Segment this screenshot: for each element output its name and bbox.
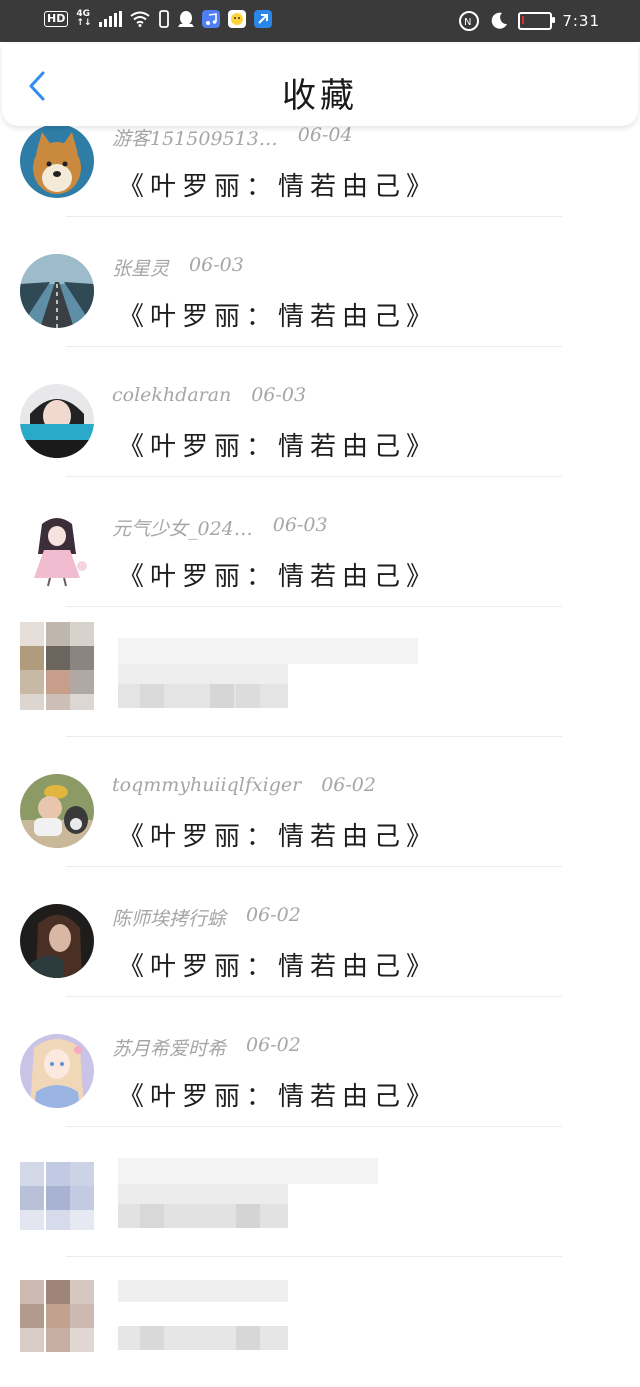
wifi-icon: [130, 11, 151, 27]
network-label: 4G ↑↓: [76, 10, 91, 28]
item-meta: 陈师埃拷行蜍 06-02: [112, 904, 301, 931]
anime-doll-avatar: [20, 514, 94, 588]
favorites-screen: HD 4G ↑↓ N 7:31 收藏 游客151509513… 06-04 《叶…: [0, 0, 640, 1387]
book-title: 《叶罗丽：情若由己》: [118, 952, 439, 982]
date: 06-02: [246, 904, 301, 926]
item-meta: 张星灵 06-03: [112, 254, 244, 281]
divider: [66, 1126, 562, 1127]
user-name: 元气少女_024…: [112, 518, 253, 540]
date: 06-03: [272, 514, 328, 536]
avatar: [20, 904, 94, 978]
blurred-list-item: [0, 1136, 640, 1266]
date: 06-03: [189, 254, 244, 276]
date: 06-03: [251, 384, 307, 406]
app-icon: [228, 10, 247, 28]
battery-level: [522, 16, 525, 24]
girl-avatar: [20, 384, 94, 458]
hd-badge: HD: [44, 11, 69, 27]
divider: [66, 216, 562, 217]
status-bar: HD 4G ↑↓ N 7:31: [0, 0, 640, 42]
vibrate-icon: [159, 10, 170, 28]
kid-dog-avatar: [20, 774, 94, 848]
music-app-icon: [202, 10, 221, 28]
blurred-list-item: [0, 1266, 640, 1387]
divider: [66, 996, 562, 997]
dark-portrait-avatar: [20, 904, 94, 978]
page-title: 收藏: [282, 76, 358, 116]
signal-icon: [99, 11, 123, 27]
battery-icon: [518, 12, 556, 30]
notification-app-icon: [254, 10, 273, 28]
qq-icon: [178, 11, 195, 27]
date: 06-02: [321, 774, 376, 796]
svg-text:N: N: [464, 17, 471, 28]
book-title: 《叶罗丽：情若由己》: [118, 1082, 439, 1112]
item-meta: 游客151509513… 06-04: [112, 124, 353, 151]
moon-icon: [492, 12, 508, 29]
anime-girl-avatar: [20, 1034, 94, 1108]
status-left: HD 4G ↑↓: [44, 10, 273, 28]
divider: [66, 476, 562, 477]
user-name: toqmmyhuiiqlfxiger: [112, 774, 302, 796]
avatar: [20, 124, 94, 198]
item-meta: toqmmyhuiiqlfxiger 06-02: [112, 774, 376, 796]
book-title: 《叶罗丽：情若由己》: [118, 302, 439, 332]
user-name: colekhdaran: [112, 384, 232, 406]
avatar: [20, 774, 94, 848]
book-title: 《叶罗丽：情若由己》: [118, 822, 439, 852]
avatar: [20, 254, 94, 328]
nfc-icon: N: [459, 11, 480, 31]
book-title: 《叶罗丽：情若由己》: [118, 562, 439, 592]
user-name: 游客151509513…: [112, 128, 278, 150]
divider: [66, 346, 562, 347]
clock: 7:31: [562, 12, 600, 30]
book-title: 《叶罗丽：情若由己》: [118, 172, 439, 202]
divider: [66, 736, 562, 737]
book-title: 《叶罗丽：情若由己》: [118, 432, 439, 462]
divider: [66, 606, 562, 607]
user-name: 陈师埃拷行蜍: [112, 908, 227, 930]
nav-header: 收藏: [2, 44, 638, 126]
road-avatar: [20, 254, 94, 328]
user-name: 张星灵: [112, 258, 170, 280]
divider: [66, 1256, 562, 1257]
item-meta: 元气少女_024… 06-03: [112, 514, 328, 541]
status-right: N 7:31: [458, 10, 600, 32]
avatar: [20, 384, 94, 458]
date: 06-04: [297, 124, 353, 146]
date: 06-02: [246, 1034, 301, 1056]
divider: [66, 866, 562, 867]
shiba-dog-avatar: [20, 124, 94, 198]
network-activity: ↑↓: [76, 18, 92, 28]
item-meta: 苏月希爱时希 06-02: [112, 1034, 301, 1061]
item-meta: colekhdaran 06-03: [112, 384, 306, 406]
blurred-list-item: [0, 616, 640, 746]
user-name: 苏月希爱时希: [112, 1038, 227, 1060]
avatar: [20, 1034, 94, 1108]
avatar: [20, 514, 94, 588]
